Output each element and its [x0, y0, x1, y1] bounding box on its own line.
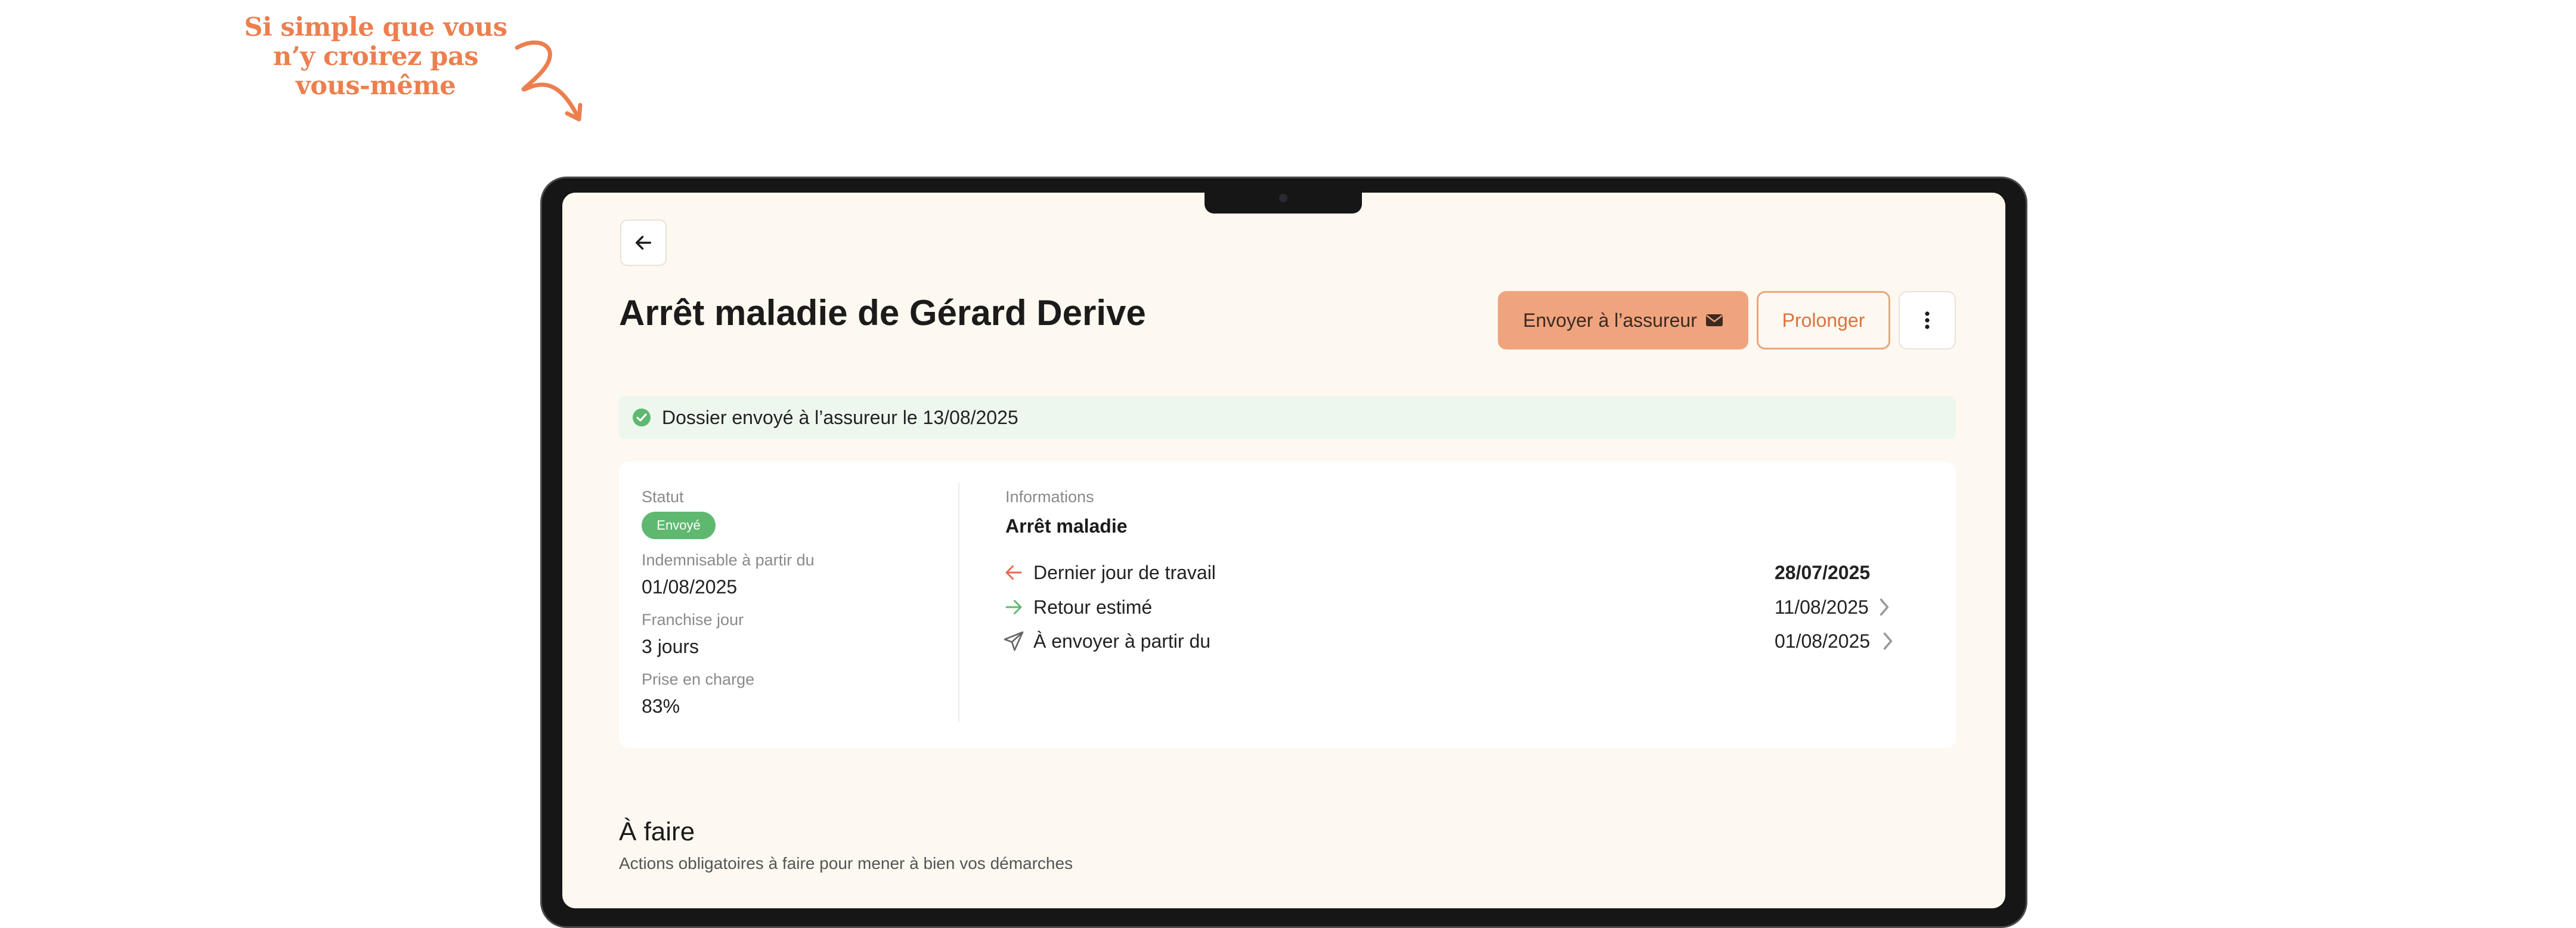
curly-arrow-icon	[515, 40, 583, 122]
arrow-left-icon	[1005, 565, 1022, 580]
prolong-button[interactable]: Prolonger	[1757, 291, 1890, 349]
info-row-value[interactable]: 01/08/2025	[1775, 630, 1870, 652]
camera-icon	[1279, 194, 1287, 202]
franchise-label: Franchise jour	[642, 611, 744, 629]
tagline-line-3: vous-même	[295, 71, 456, 101]
send-to-insurer-button[interactable]: Envoyer à l’assureur	[1498, 291, 1748, 349]
summary-card	[619, 462, 1956, 748]
chevron-right-icon[interactable]	[1881, 630, 1895, 652]
tagline-line-2: n’y croirez pas	[273, 42, 479, 72]
prolong-button-label: Prolonger	[1782, 309, 1865, 331]
envelope-icon	[1705, 314, 1723, 326]
send-button-label: Envoyer à l’assureur	[1523, 309, 1697, 331]
card-divider	[958, 483, 959, 722]
marketing-tagline: Si simple que vous n’y croirez pas vous-…	[221, 13, 531, 101]
indemnisable-value: 01/08/2025	[642, 576, 738, 598]
info-row-value[interactable]: 11/08/2025	[1775, 596, 1869, 618]
arrow-right-icon	[1005, 600, 1022, 614]
indemnisable-label: Indemnisable à partir du	[642, 551, 815, 569]
info-row-value: 28/07/2025	[1775, 562, 1871, 583]
vertical-dots-icon	[1925, 311, 1930, 329]
todo-title: À faire	[619, 817, 695, 846]
info-row-label: Retour estimé	[1033, 596, 1153, 618]
prise-en-charge-value: 83%	[642, 695, 680, 717]
prise-en-charge-label: Prise en charge	[642, 670, 755, 688]
more-options-button[interactable]	[1899, 291, 1956, 349]
tagline-line-1: Si simple que vous	[244, 13, 507, 42]
arrow-left-icon	[635, 236, 652, 250]
alert-text: Dossier envoyé à l’assureur le 13/08/202…	[662, 406, 1018, 428]
info-row-label: À envoyer à partir du	[1033, 630, 1211, 652]
check-circle-icon	[633, 409, 651, 426]
page-title: Arrêt maladie de Gérard Derive	[619, 293, 1146, 333]
info-row-label: Dernier jour de travail	[1033, 562, 1216, 583]
arret-type: Arrêt maladie	[1005, 515, 1128, 537]
informations-label: Informations	[1005, 488, 1094, 506]
status-badge: Envoyé	[642, 512, 716, 539]
status-label: Statut	[642, 488, 684, 506]
todo-subtitle: Actions obligatoires à faire pour mener …	[619, 854, 1073, 873]
success-alert: Dossier envoyé à l’assureur le 13/08/202…	[619, 396, 1956, 439]
chevron-right-icon[interactable]	[1877, 596, 1891, 618]
franchise-value: 3 jours	[642, 636, 699, 657]
paper-plane-icon	[1004, 631, 1024, 651]
back-button[interactable]	[620, 219, 667, 266]
